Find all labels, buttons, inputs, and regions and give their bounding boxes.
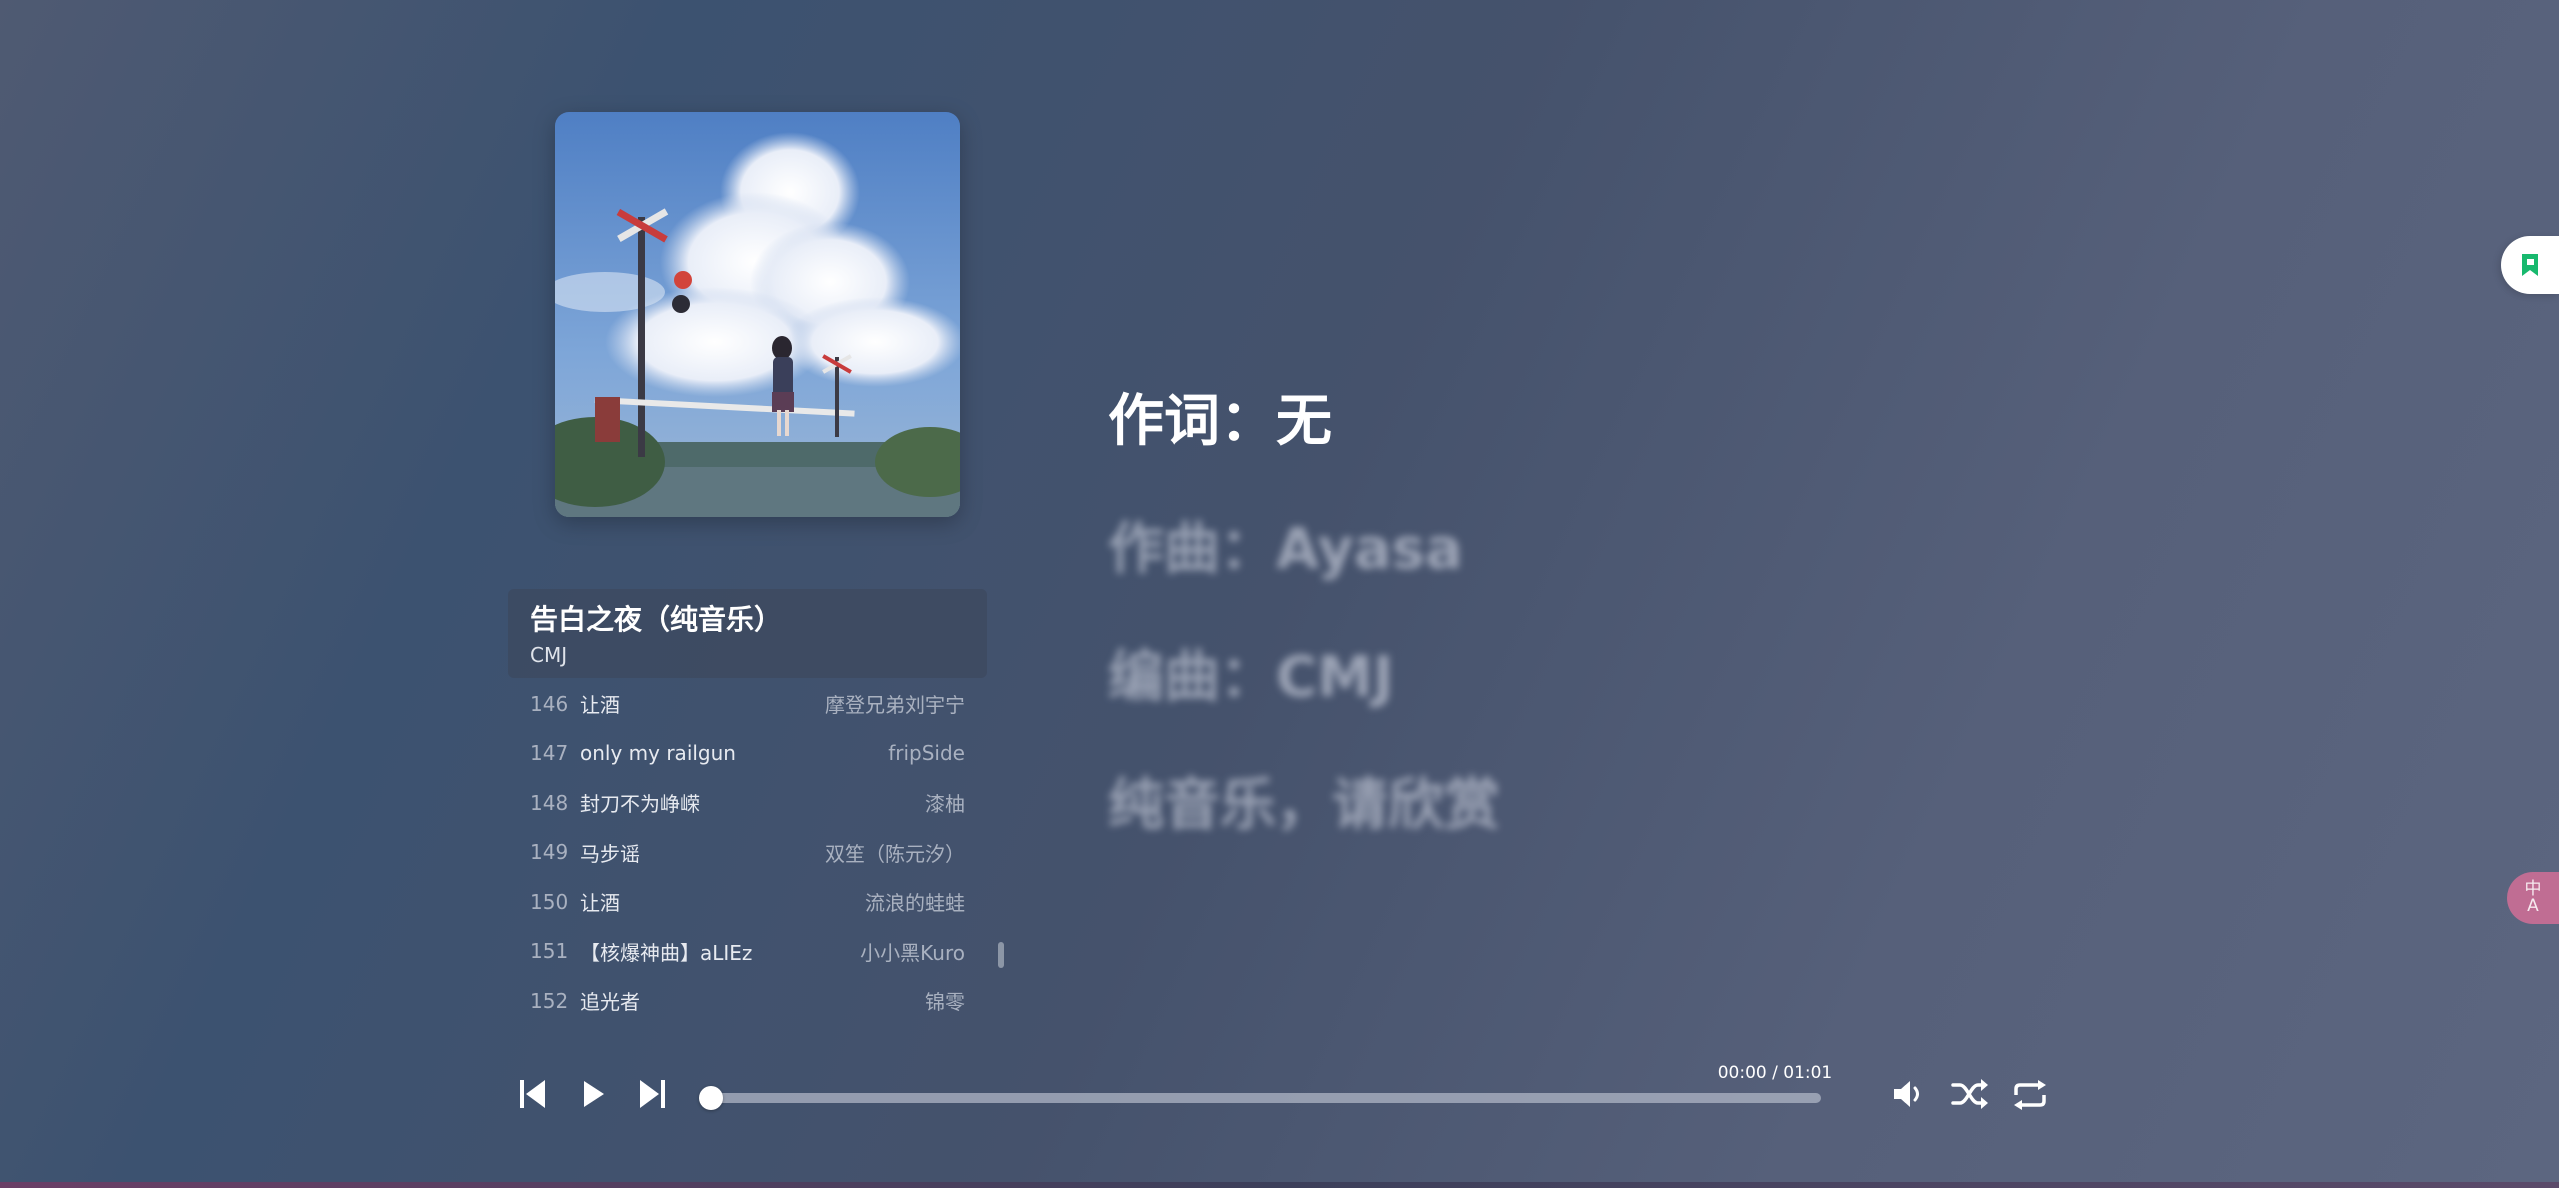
track-artist: 锦零 [925,990,965,1015]
track-title: only my railgun [580,741,736,766]
translate-icon: 中 A [2524,879,2542,916]
track-number: 149 [530,840,569,865]
lyrics-panel: 作词：无 作曲：Ayasa 编曲：CMJ 纯音乐，请欣赏 [1108,370,1500,882]
skip-previous-icon [520,1080,545,1108]
volume-button[interactable] [1892,1079,1926,1109]
track-title: 【核爆神曲】aLIEz [580,940,753,965]
current-song-card[interactable]: 告白之夜（纯音乐） CMJ [508,589,987,678]
track-artist: 小小黑Kuro [860,940,965,965]
track-title: 追光者 [580,990,640,1015]
playlist-scrollbar[interactable] [998,942,1004,968]
track-number: 151 [530,939,569,964]
current-song-title: 告白之夜（纯音乐） [530,603,783,636]
current-song-artist: CMJ [530,643,568,667]
track-artist: 双笙（陈元汐） [825,841,965,866]
playlist-row[interactable]: 151 【核爆神曲】aLIEz 小小黑Kuro [508,927,987,977]
track-title: 封刀不为峥嵘 [580,792,700,817]
lyric-line: 纯音乐，请欣赏 [1108,773,1500,838]
track-number: 152 [530,988,569,1013]
lyric-line: 编曲：CMJ [1108,645,1394,710]
playlist: 146 让酒 摩登兄弟刘宇宁 147 only my railgun fripS… [508,679,987,1026]
shuffle-button[interactable] [1951,1077,1989,1111]
track-artist: fripSide [888,741,965,766]
track-number: 146 [530,691,569,716]
prev-button[interactable] [519,1079,547,1109]
track-number: 147 [530,741,569,766]
track-artist: 漆柚 [925,792,965,817]
album-cover [555,112,960,517]
progress-handle[interactable] [699,1086,723,1110]
track-number: 150 [530,889,569,914]
volume-icon [1894,1081,1919,1107]
playlist-row[interactable]: 150 让酒 流浪的蛙蛙 [508,877,987,927]
progress-bar[interactable] [711,1093,1821,1103]
shuffle-icon [1951,1079,1988,1109]
translate-widget[interactable]: 中 A [2507,872,2559,924]
track-artist: 流浪的蛙蛙 [865,891,965,916]
play-icon [584,1081,604,1107]
skip-next-icon [640,1080,665,1108]
track-artist: 摩登兄弟刘宇宁 [825,693,965,718]
bottom-bar [0,1182,2559,1188]
time-display: 00:00 / 01:01 [1717,1063,1833,1083]
next-button[interactable] [638,1079,666,1109]
playlist-row[interactable]: 147 only my railgun fripSide [508,729,987,779]
lyric-line: 作曲：Ayasa [1108,517,1463,582]
lyric-line-active: 作词：无 [1108,389,1332,454]
bookmark-widget[interactable] [2501,236,2559,294]
bookmark-icon [2522,254,2538,276]
play-button[interactable] [582,1080,606,1108]
track-title: 马步谣 [580,841,640,866]
track-title: 让酒 [580,891,620,916]
repeat-button[interactable] [2012,1079,2048,1111]
repeat-icon [2014,1080,2046,1110]
track-number: 148 [530,790,569,815]
track-title: 让酒 [580,693,620,718]
playlist-row[interactable]: 146 让酒 摩登兄弟刘宇宁 [508,679,987,729]
playlist-row[interactable]: 149 马步谣 双笙（陈元汐） [508,828,987,878]
playlist-row[interactable]: 148 封刀不为峥嵘 漆柚 [508,778,987,828]
playlist-row[interactable]: 152 追光者 锦零 [508,976,987,1026]
